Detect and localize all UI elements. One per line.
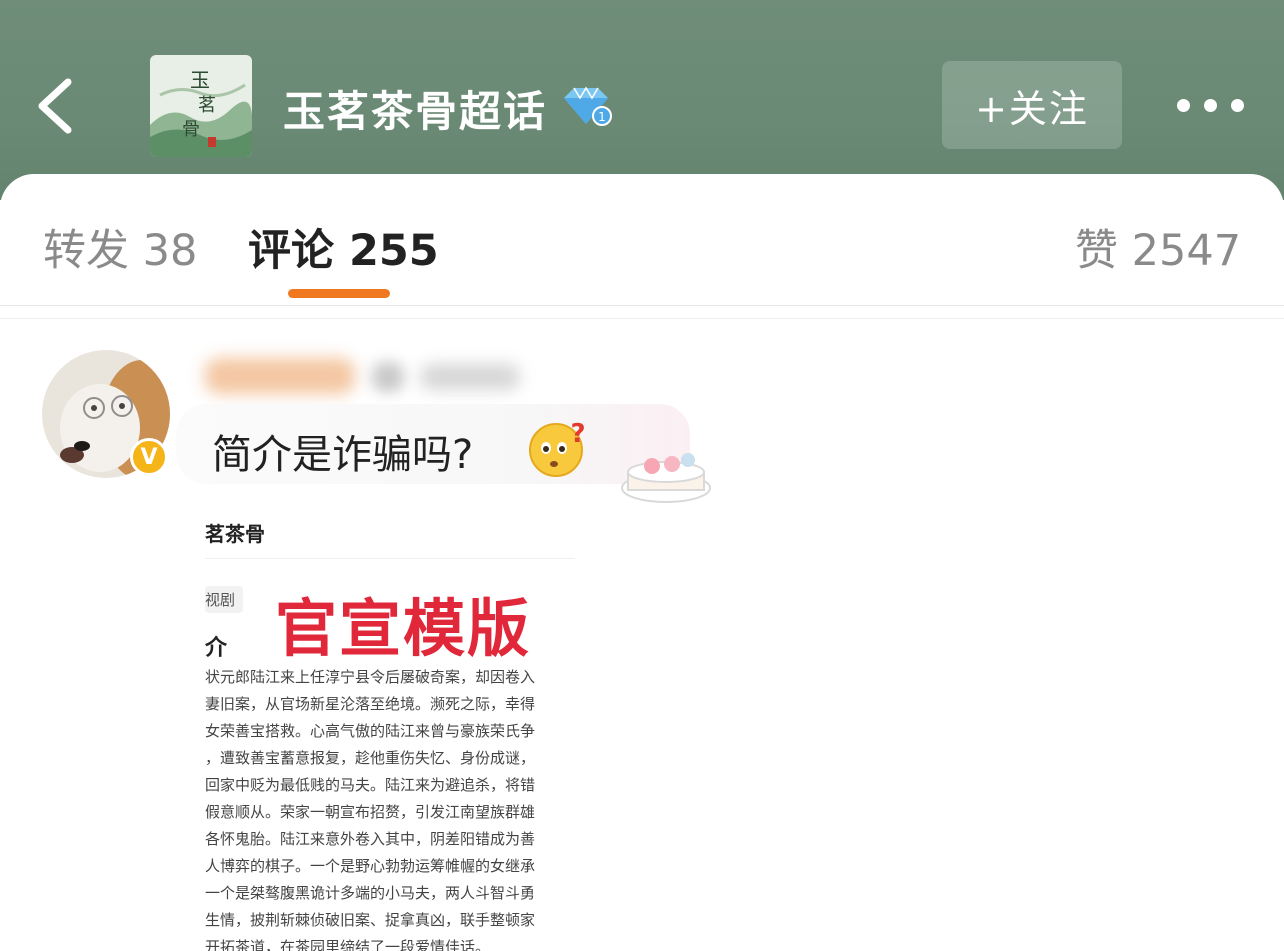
synopsis-line: 开拓茶道，在茶园里缔结了一段爱情佳话。 (205, 938, 491, 951)
attached-image[interactable]: 茗茶骨 视剧 官宣模版 介 状元郎陆江来上任淳宁县令后屡破奇案，却因卷入 妻旧案… (205, 500, 585, 951)
synopsis-line: 回家中贬为最低贱的马夫。陆江来为避追杀，将错 (205, 776, 536, 794)
image-section-heading: 介 (205, 636, 228, 661)
tab-comments[interactable]: 评论 255 (248, 216, 439, 278)
synopsis-line: ，遭致善宝蓄意报复，趁他重伤失忆、身份成谜， (205, 749, 536, 767)
tab-repost[interactable]: 转发 38 (43, 216, 197, 278)
comment-text: 简介是诈骗吗? (212, 432, 474, 478)
svg-text:玉: 玉 (190, 68, 210, 92)
svg-text:?: ? (570, 420, 585, 449)
divider (0, 305, 1284, 306)
divider (0, 318, 1284, 319)
synopsis-line: 妻旧案，从官场新星沦落至绝境。濒死之际，幸得 (205, 695, 536, 713)
synopsis-line: 人博弈的棋子。一个是野心勃勃运筹帷幄的女继承 (205, 857, 536, 875)
topic-title[interactable]: 玉茗茶骨超话 (283, 78, 547, 139)
synopsis-line: 一个是桀骜腹黑诡计多端的小马夫，两人斗智斗勇 (205, 884, 536, 902)
synopsis-line: 女荣善宝搭救。心高气傲的陆江来曾与豪族荣氏争 (205, 722, 536, 740)
svg-text:1: 1 (598, 110, 606, 124)
cake-bubble-decoration-icon (621, 453, 711, 503)
synopsis-line: 状元郎陆江来上任淳宁县令后屡破奇案，却因卷入 (205, 668, 536, 686)
diamond-level-icon: 1 (564, 86, 612, 126)
follow-button[interactable]: +关注 (942, 61, 1122, 149)
synopsis-line: 生情，披荆斩棘侦破旧案、捉拿真凶，联手整顿家 (205, 911, 536, 929)
blurred-level-icon (372, 362, 404, 392)
more-options-icon[interactable] (1170, 90, 1250, 120)
image-genre-tag: 视剧 (205, 586, 244, 613)
image-overlay-title: 官宣模版 (275, 592, 532, 665)
synopsis-line: 各怀鬼胎。陆江来意外卷入其中，阴差阳错成为善 (205, 830, 536, 848)
blurred-username[interactable] (205, 358, 355, 394)
topic-logo[interactable]: 玉 茗 骨 (150, 55, 252, 157)
image-divider (205, 558, 575, 559)
tab-likes[interactable]: 赞 2547 (1075, 216, 1241, 278)
synopsis-line: 假意顺从。荣家一朝宣布招赘，引发江南望族群雄 (205, 803, 536, 821)
image-drama-title: 茗茶骨 (205, 522, 265, 546)
svg-text:茗: 茗 (198, 95, 216, 116)
image-synopsis: 状元郎陆江来上任淳宁县令后屡破奇案，却因卷入 妻旧案，从官场新星沦落至绝境。濒死… (205, 664, 585, 951)
confused-face-emoji-icon: ? (529, 420, 586, 477)
back-arrow-icon[interactable] (30, 74, 90, 138)
active-tab-indicator (288, 289, 390, 298)
blurred-meta (420, 364, 520, 390)
comment-panel (0, 174, 1284, 951)
verified-badge-icon: V (130, 438, 168, 476)
svg-text:骨: 骨 (182, 119, 200, 140)
